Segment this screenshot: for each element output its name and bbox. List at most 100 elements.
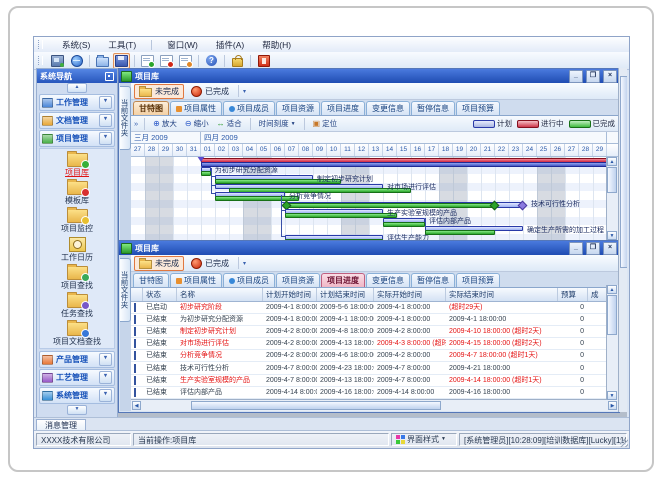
tab-甘特图[interactable]: 甘特图 bbox=[133, 101, 169, 115]
restore-button[interactable]: ❐ bbox=[586, 242, 600, 255]
mdi-scrollbar[interactable] bbox=[618, 68, 627, 412]
sidebar-scroll-up-button[interactable]: ▲ bbox=[67, 83, 87, 93]
sidebar-item-4[interactable]: 项目查找 bbox=[40, 264, 114, 292]
scrollbar-thumb[interactable] bbox=[620, 76, 627, 268]
sidebar-item-2[interactable]: 项目监控 bbox=[40, 207, 114, 235]
toolbar-button-report-green-icon[interactable] bbox=[139, 53, 156, 69]
toolbar-button-monitor-icon[interactable] bbox=[49, 53, 66, 69]
tab-项目进度[interactable]: 项目进度 bbox=[321, 101, 365, 115]
zoom-in-button[interactable]: ⊕放大 bbox=[151, 118, 179, 129]
column-header-成[interactable]: 成 bbox=[588, 288, 607, 301]
column-header-实际结束时间[interactable]: 实际结束时间 bbox=[446, 288, 558, 301]
current-folder-tab[interactable]: 当前文件夹 bbox=[120, 86, 131, 150]
column-header-icon[interactable] bbox=[131, 288, 143, 301]
table-row[interactable]: 已结束技术可行性分析2009-4-7 8:00:002009-4-23 18:0… bbox=[131, 362, 618, 374]
sidebar-group-top-1[interactable]: 文档管理▾ bbox=[39, 112, 115, 129]
ui-style-dropdown[interactable]: 界面样式 ▼ bbox=[391, 433, 457, 446]
column-header-计划开始时间[interactable]: 计划开始时间 bbox=[263, 288, 317, 301]
tab-暂停信息[interactable]: 暂停信息 bbox=[411, 101, 455, 115]
table-row[interactable]: 已结束对市场进行评估2009-4-2 8:00:002009-4-13 18:0… bbox=[131, 338, 618, 350]
chevron-down-icon[interactable]: ▾ bbox=[99, 371, 112, 384]
gantt-vertical-scrollbar[interactable]: ▲ ▼ bbox=[606, 157, 618, 240]
menu-item-1[interactable]: 工具(T) bbox=[105, 38, 139, 52]
table-row[interactable]: 已结束生产实验室规模的产品2009-4-7 8:00:002009-4-13 1… bbox=[131, 375, 618, 387]
sidebar-item-3[interactable]: 工作日历 bbox=[40, 235, 114, 263]
menu-item-3[interactable]: 插件(A) bbox=[213, 38, 247, 52]
minimize-button[interactable]: _ bbox=[569, 70, 583, 83]
tab-项目预算[interactable]: 项目预算 bbox=[456, 273, 500, 287]
sidebar-item-5[interactable]: 任务查找 bbox=[40, 292, 114, 320]
chevron-down-icon[interactable]: ▾ bbox=[99, 114, 112, 127]
locate-button[interactable]: ▣定位 bbox=[311, 118, 340, 129]
close-button[interactable]: × bbox=[603, 70, 617, 83]
table-row[interactable]: 已结束为初步研究分配资源2009-4-1 8:00:002009-4-1 18:… bbox=[131, 314, 618, 326]
sidebar-item-6[interactable]: 项目文档查找 bbox=[40, 320, 114, 348]
chevron-down-icon[interactable]: ▾ bbox=[99, 389, 112, 402]
chevron-down-icon[interactable]: ▾ bbox=[99, 132, 112, 145]
unfinished-filter-button[interactable]: 未完成 bbox=[134, 256, 184, 271]
column-header-预算[interactable]: 预算 bbox=[558, 288, 588, 301]
restore-button[interactable]: ❐ bbox=[586, 70, 600, 83]
progress-window-titlebar[interactable]: 项目库 _ ❐ × bbox=[119, 241, 619, 255]
unfinished-filter-button[interactable]: 未完成 bbox=[134, 84, 184, 99]
scroll-up-icon[interactable]: ▲ bbox=[607, 285, 617, 294]
table-row[interactable]: 已结束制定初步研究计划2009-4-2 8:00:002009-4-8 18:0… bbox=[131, 326, 618, 338]
sidebar-more-button[interactable]: ▼ bbox=[67, 405, 87, 415]
gantt-window-titlebar[interactable]: 项目库 _ ❐ × bbox=[119, 69, 619, 83]
scroll-right-icon[interactable]: ▶ bbox=[608, 401, 617, 410]
scrollbar-thumb[interactable] bbox=[607, 167, 617, 193]
table-vertical-scrollbar[interactable]: ▲ ▼ bbox=[606, 285, 618, 400]
scrollbar-thumb[interactable] bbox=[607, 295, 617, 335]
toolbar-button-lock-icon[interactable] bbox=[229, 53, 246, 69]
sidebar-group-bottom-0[interactable]: 产品管理▾ bbox=[39, 351, 115, 368]
gantt-chart[interactable]: 为初步研究分配资源制定初步研究计划对市场进行评估分析竞争情况技术可行性分析生产实… bbox=[131, 157, 606, 240]
tab-项目资源[interactable]: 项目资源 bbox=[276, 101, 320, 115]
column-header-实际开始时间[interactable]: 实际开始时间 bbox=[374, 288, 446, 301]
scroll-down-icon[interactable]: ▼ bbox=[607, 231, 617, 240]
sidebar-group-bottom-2[interactable]: 系统管理▾ bbox=[39, 387, 115, 404]
toolbar-button-help-icon[interactable]: ? bbox=[203, 53, 220, 69]
toolbar-button-save-icon[interactable] bbox=[113, 53, 130, 69]
current-folder-tab[interactable]: 当前文件夹 bbox=[120, 258, 131, 322]
scroll-up-icon[interactable]: ▲ bbox=[607, 157, 617, 166]
toolbar-button-report-orange-icon[interactable] bbox=[177, 53, 194, 69]
table-row[interactable]: 已启动初步研究阶段2009-4-1 8:00:002009-5-6 18:00:… bbox=[131, 302, 618, 314]
toolbar-options-icon[interactable]: ▾ bbox=[243, 260, 246, 267]
tab-项目成员[interactable]: 项目成员 bbox=[223, 273, 275, 287]
sidebar-group-bottom-1[interactable]: 工艺管理▾ bbox=[39, 369, 115, 386]
tab-项目属性[interactable]: 项目属性 bbox=[170, 101, 222, 115]
tab-项目资源[interactable]: 项目资源 bbox=[276, 273, 320, 287]
close-button[interactable]: × bbox=[603, 242, 617, 255]
timescale-dropdown[interactable]: 时间刻度▼ bbox=[257, 118, 298, 129]
toolbar-button-exit-icon[interactable] bbox=[255, 53, 272, 69]
chevron-down-icon[interactable]: ▾ bbox=[99, 96, 112, 109]
tab-项目进度[interactable]: 项目进度 bbox=[321, 273, 365, 287]
tab-项目预算[interactable]: 项目预算 bbox=[456, 101, 500, 115]
toolbar-options-icon[interactable]: ▾ bbox=[243, 88, 246, 95]
sidebar-group-top-0[interactable]: 工作管理▾ bbox=[39, 94, 115, 111]
toolbar-button-open-folder-icon[interactable] bbox=[94, 53, 111, 69]
sidebar-item-0[interactable]: 项目库 bbox=[40, 151, 114, 179]
table-horizontal-scrollbar[interactable]: ◀ ▶ bbox=[131, 399, 618, 411]
menu-item-0[interactable]: 系统(S) bbox=[59, 38, 93, 52]
finished-filter-button[interactable]: 已完成 bbox=[186, 84, 234, 99]
finished-filter-button[interactable]: 已完成 bbox=[186, 256, 234, 271]
table-row[interactable]: 已结束分析竞争情况2009-4-2 8:00:002009-4-6 18:00:… bbox=[131, 350, 618, 362]
menu-item-2[interactable]: 窗口(W) bbox=[164, 38, 201, 52]
toolbar-button-globe-icon[interactable] bbox=[68, 53, 85, 69]
tab-暂停信息[interactable]: 暂停信息 bbox=[411, 273, 455, 287]
zoom-out-button[interactable]: ⊖缩小 bbox=[183, 118, 211, 129]
menu-item-4[interactable]: 帮助(H) bbox=[259, 38, 294, 52]
fit-button[interactable]: ↔适合 bbox=[215, 118, 244, 129]
minimize-button[interactable]: _ bbox=[569, 242, 583, 255]
tab-甘特图[interactable]: 甘特图 bbox=[133, 273, 169, 287]
resize-grip[interactable] bbox=[620, 439, 628, 447]
column-header-计划结束时间[interactable]: 计划结束时间 bbox=[317, 288, 374, 301]
scroll-left-icon[interactable]: ◀ bbox=[132, 401, 141, 410]
chevron-down-icon[interactable]: ▾ bbox=[99, 353, 112, 366]
scroll-down-icon[interactable]: ▼ bbox=[607, 391, 617, 400]
sidebar-group-top-2[interactable]: 项目管理▾ bbox=[39, 130, 115, 147]
overflow-chevron-icon[interactable]: » bbox=[134, 119, 138, 128]
tab-变更信息[interactable]: 变更信息 bbox=[366, 273, 410, 287]
column-header-状态[interactable]: 状态 bbox=[143, 288, 177, 301]
